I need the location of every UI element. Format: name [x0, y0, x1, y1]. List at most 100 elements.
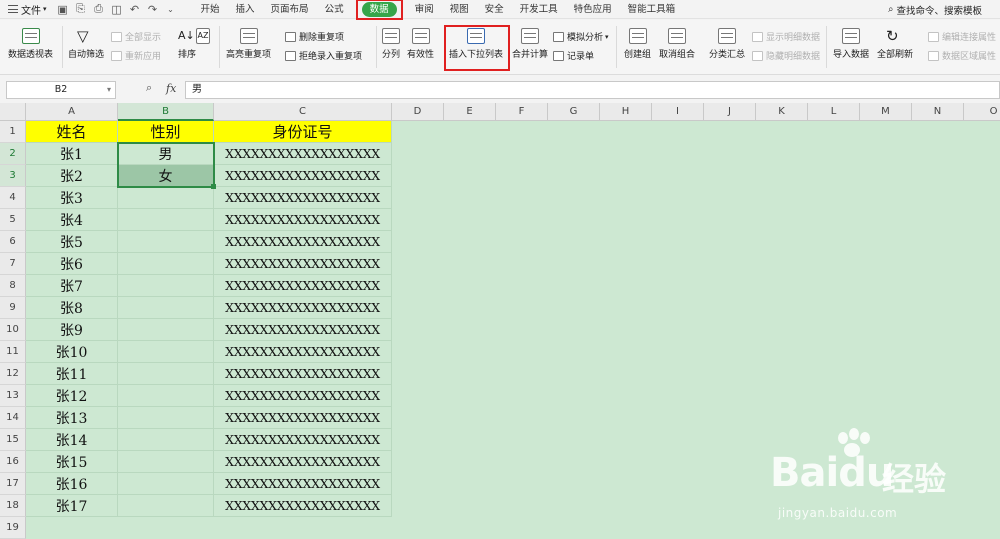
print-preview-icon[interactable]: ◫ [111, 3, 123, 16]
autofilter-button[interactable]: ▽ 自动筛选 [68, 20, 104, 60]
column-header-k[interactable]: K [756, 103, 808, 121]
undo-icon[interactable]: ↶ [129, 3, 141, 16]
cell-name[interactable]: 张14 [26, 429, 118, 451]
file-menu[interactable]: 文件 ▾ [0, 0, 51, 19]
cell-id-number[interactable]: XXXXXXXXXXXXXXXXXX [214, 143, 392, 165]
row-header-16[interactable]: 16 [0, 451, 26, 473]
select-all-corner[interactable] [0, 103, 26, 121]
column-header-d[interactable]: D [392, 103, 444, 121]
cell-name[interactable]: 张2 [26, 165, 118, 187]
cell-id-number[interactable]: XXXXXXXXXXXXXXXXXX [214, 187, 392, 209]
reapply-button[interactable]: 重新应用 [111, 49, 161, 62]
cell-gender[interactable] [118, 385, 214, 407]
cell-id-number[interactable]: XXXXXXXXXXXXXXXXXX [214, 451, 392, 473]
column-header-b[interactable]: B [118, 103, 214, 121]
cell-gender[interactable]: 男 [118, 143, 214, 165]
zoom-search-icon[interactable]: ⌕ [146, 81, 152, 95]
cell-b1-header[interactable]: 性别 [118, 121, 214, 143]
export-icon[interactable]: ⎘ [75, 2, 87, 16]
tab-data[interactable]: 数据 [361, 1, 397, 17]
cell-id-number[interactable]: XXXXXXXXXXXXXXXXXX [214, 253, 392, 275]
cell-name[interactable]: 张9 [26, 319, 118, 341]
fx-icon[interactable]: fx [166, 82, 176, 95]
cell-gender[interactable] [118, 297, 214, 319]
column-header-e[interactable]: E [444, 103, 496, 121]
redo-icon[interactable]: ↷ [147, 3, 159, 16]
cell-gender[interactable] [118, 319, 214, 341]
row-header-5[interactable]: 5 [0, 209, 26, 231]
save-icon[interactable]: ▣ [57, 3, 69, 16]
cell-gender[interactable] [118, 231, 214, 253]
cell-gender[interactable] [118, 451, 214, 473]
column-header-h[interactable]: H [600, 103, 652, 121]
column-header-n[interactable]: N [912, 103, 964, 121]
row-header-13[interactable]: 13 [0, 385, 26, 407]
tab-formula[interactable]: 公式 [317, 0, 352, 19]
tab-view[interactable]: 视图 [442, 0, 477, 19]
row-header-15[interactable]: 15 [0, 429, 26, 451]
cell-name[interactable]: 张10 [26, 341, 118, 363]
cell-name[interactable]: 张12 [26, 385, 118, 407]
cell-gender[interactable] [118, 253, 214, 275]
cell-id-number[interactable]: XXXXXXXXXXXXXXXXXX [214, 231, 392, 253]
cell-name[interactable]: 张11 [26, 363, 118, 385]
cell-id-number[interactable]: XXXXXXXXXXXXXXXXXX [214, 319, 392, 341]
row-header-10[interactable]: 10 [0, 319, 26, 341]
cell-name[interactable]: 张16 [26, 473, 118, 495]
row-header-9[interactable]: 9 [0, 297, 26, 319]
cell-id-number[interactable]: XXXXXXXXXXXXXXXXXX [214, 473, 392, 495]
tab-special[interactable]: 特色应用 [566, 0, 620, 19]
show-all-button[interactable]: 全部显示 [111, 30, 161, 43]
cell-id-number[interactable]: XXXXXXXXXXXXXXXXXX [214, 297, 392, 319]
row-header-19[interactable]: 19 [0, 517, 26, 539]
row-header-2[interactable]: 2 [0, 143, 26, 165]
record-form-button[interactable]: 记录单 [553, 49, 594, 62]
row-header-1[interactable]: 1 [0, 121, 26, 143]
simulation-analysis-button[interactable]: 模拟分析 ▾ [553, 30, 609, 43]
split-column-button[interactable]: 分列 [382, 20, 400, 60]
chevron-down-icon[interactable]: ▾ [107, 82, 111, 98]
tab-smart-tools[interactable]: 智能工具箱 [620, 0, 684, 19]
highlight-duplicates-button[interactable]: 高亮重复项 [226, 20, 271, 60]
show-detail-button[interactable]: 显示明细数据 [752, 30, 820, 43]
column-header-c[interactable]: C [214, 103, 392, 121]
spreadsheet-grid[interactable]: A B C D E F G H I J K L M N O 1 2 3 4 5 6 7 8 9 10 11 12 13 14 15 16 17… [0, 103, 1000, 539]
cell-gender[interactable] [118, 429, 214, 451]
data-area-attr-button[interactable]: 数据区域属性 [928, 49, 996, 62]
hide-detail-button[interactable]: 隐藏明细数据 [752, 49, 820, 62]
cell-id-number[interactable]: XXXXXXXXXXXXXXXXXX [214, 407, 392, 429]
cell-gender[interactable] [118, 495, 214, 517]
cell-gender[interactable] [118, 473, 214, 495]
cell-id-number[interactable]: XXXXXXXXXXXXXXXXXX [214, 341, 392, 363]
cell-name[interactable]: 张8 [26, 297, 118, 319]
print-icon[interactable]: ⎙ [93, 2, 105, 16]
cell-gender[interactable] [118, 187, 214, 209]
cell-id-number[interactable]: XXXXXXXXXXXXXXXXXX [214, 275, 392, 297]
row-header-17[interactable]: 17 [0, 473, 26, 495]
column-header-l[interactable]: L [808, 103, 860, 121]
cell-name[interactable]: 张3 [26, 187, 118, 209]
cell-id-number[interactable]: XXXXXXXXXXXXXXXXXX [214, 209, 392, 231]
tab-review[interactable]: 审阅 [407, 0, 442, 19]
tab-insert[interactable]: 插入 [228, 0, 263, 19]
column-header-f[interactable]: F [496, 103, 548, 121]
row-header-6[interactable]: 6 [0, 231, 26, 253]
name-box[interactable]: B2 ▾ [6, 81, 116, 99]
column-header-a[interactable]: A [26, 103, 118, 121]
cell-name[interactable]: 张15 [26, 451, 118, 473]
row-header-8[interactable]: 8 [0, 275, 26, 297]
cell-name[interactable]: 张4 [26, 209, 118, 231]
row-header-14[interactable]: 14 [0, 407, 26, 429]
row-header-7[interactable]: 7 [0, 253, 26, 275]
refresh-all-button[interactable]: ↻ 全部刷新 [877, 20, 913, 60]
cell-name[interactable]: 张13 [26, 407, 118, 429]
delete-duplicates-button[interactable]: 删除重复项 [285, 30, 344, 43]
cell-name[interactable]: 张1 [26, 143, 118, 165]
customize-qat-icon[interactable]: ⌄ [165, 5, 177, 14]
pivot-table-button[interactable]: 数据透视表 [8, 20, 53, 60]
cell-name[interactable]: 张17 [26, 495, 118, 517]
edit-links-button[interactable]: 编辑连接属性 [928, 30, 996, 43]
column-header-o[interactable]: O [964, 103, 1000, 121]
formula-input[interactable]: 男 [185, 81, 1000, 99]
row-header-11[interactable]: 11 [0, 341, 26, 363]
